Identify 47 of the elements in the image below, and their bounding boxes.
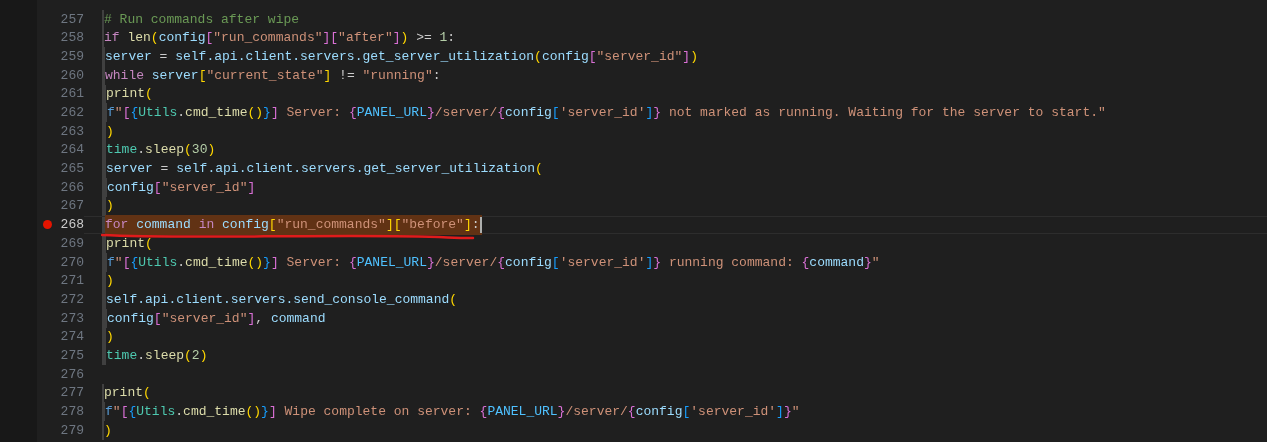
line-number: 269 (60, 234, 84, 253)
breakpoint-icon[interactable] (42, 220, 52, 230)
line-number: 260 (60, 66, 84, 85)
code-line: f"[{Utils.cmd_time()}] Server: {PANEL_URL}/server/{config['server_id']} running command: {command}" (84, 252, 1267, 272)
code-line: for command in config["run_commands"]["before"]: (84, 215, 1267, 235)
line-number: 267 (60, 197, 84, 216)
line-number: 263 (60, 122, 84, 141)
line-number: 266 (60, 178, 84, 197)
code-line: # Run commands after wipe (101, 10, 301, 29)
code-line: f"[{Utils.cmd_time()}] Wipe complete on server: {PANEL_URL}/server/{config['server_id']}" (84, 402, 1267, 422)
line-number: 271 (60, 272, 84, 291)
code-line: f"[{Utils.cmd_time()}] Server: {PANEL_URL}/server/{config['server_id']} not marked as running. Waiting for the server to start." (84, 103, 1267, 123)
code-line: print( (101, 383, 152, 403)
line-number: 265 (60, 160, 84, 179)
line-number: 258 (60, 29, 84, 48)
line-number: 276 (60, 365, 84, 384)
code-line: print( (84, 234, 1267, 253)
code-line: print( (84, 84, 1267, 104)
line-number: 259 (60, 47, 84, 66)
line-number: 261 (60, 85, 84, 104)
code-line: config["server_id"], command (84, 309, 1267, 328)
line-number: 270 (60, 253, 84, 272)
code-line: self.api.client.servers.send_console_command( (84, 290, 1267, 309)
code-line: server = self.api.client.servers.get_server_utilization( (84, 159, 1267, 179)
line-number: 275 (60, 346, 84, 365)
code-line: ) (84, 122, 1267, 141)
line-number: 277 (60, 384, 84, 403)
code-line: server = self.api.client.servers.get_server_utilization(config["server_id"]) (84, 47, 1267, 67)
code-line: time.sleep(2) (84, 346, 1267, 366)
text-cursor (479, 216, 482, 233)
code-line: while server["current_state"] != "running": (84, 66, 1267, 85)
line-number: 262 (60, 104, 84, 123)
line-number: 272 (60, 290, 84, 309)
code-line: config["server_id"] (84, 178, 1267, 197)
code-line: time.sleep(30) (84, 140, 1267, 160)
code-line: ) (101, 421, 113, 440)
line-number: 279 (60, 421, 84, 440)
code-line: ) (84, 196, 1267, 216)
line-number: 278 (60, 403, 84, 422)
code-line: if len(config["run_commands"]["after"]) >= 1: (101, 28, 457, 48)
line-number: 273 (60, 309, 84, 328)
line-number: 268 (60, 216, 84, 235)
line-number: 264 (60, 141, 84, 160)
line-number: 274 (60, 328, 84, 347)
line-number: 257 (60, 10, 84, 29)
code-line: ) (84, 327, 1267, 347)
code-line: ) (84, 271, 1267, 291)
